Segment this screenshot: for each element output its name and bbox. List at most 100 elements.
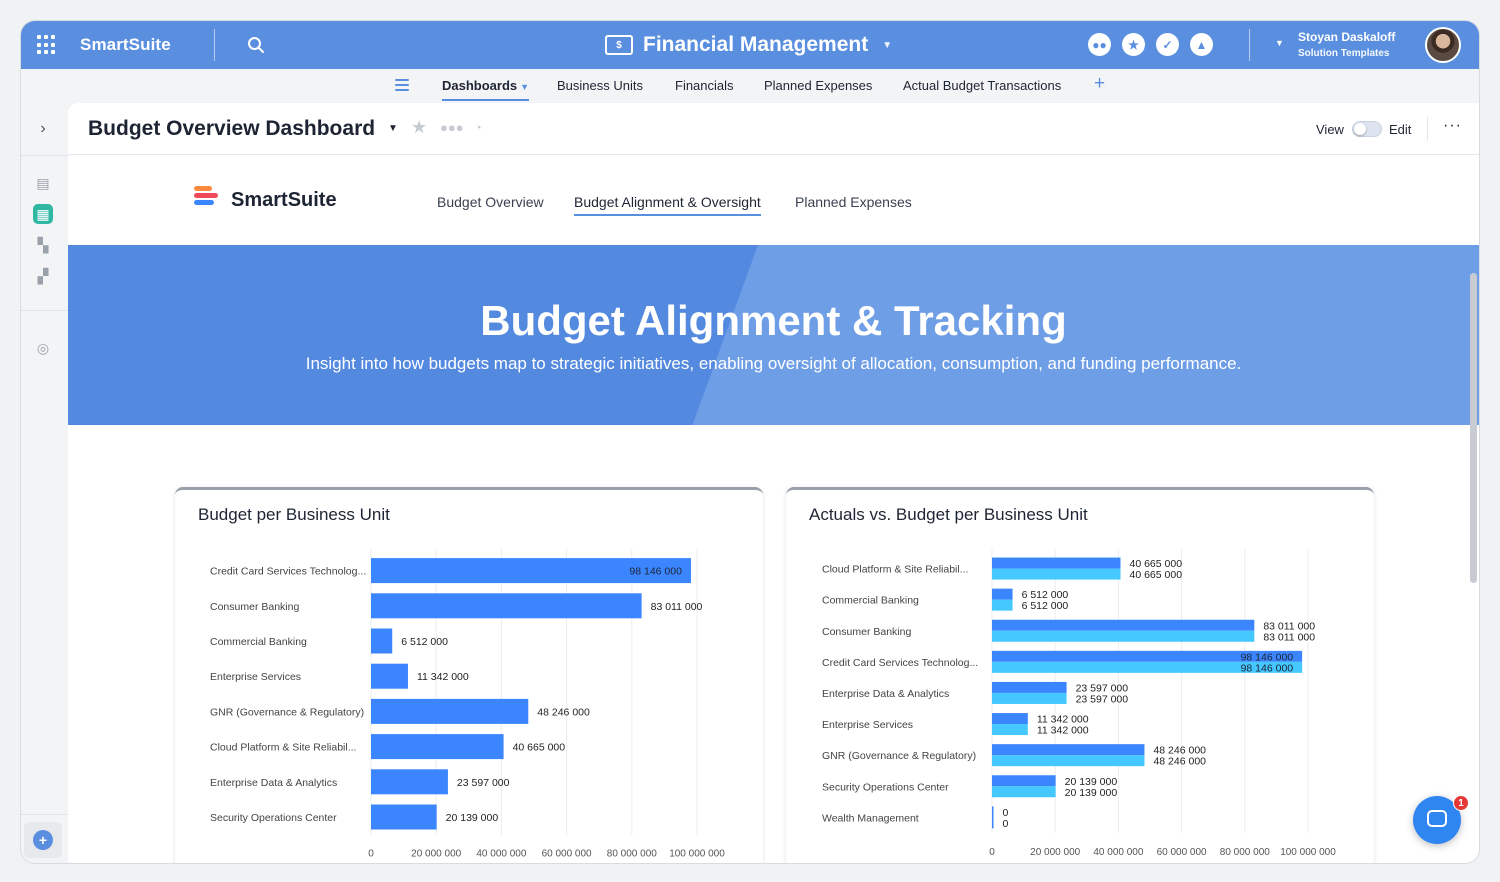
chevron-down-icon: ▼ [882,39,893,51]
add-icon[interactable]: + [33,830,53,850]
bar [992,619,1255,631]
banner-title: Budget Alignment & Tracking [480,297,1067,344]
nav-link-planned-expenses[interactable]: Planned Expenses [795,194,912,210]
top-icon-group: ●● ★ ✓ ▲ [1088,33,1213,56]
layout-icon[interactable]: ▞ [33,266,53,286]
data-label: 40 665 000 [513,742,566,754]
bar [992,588,1013,600]
data-label: 98 146 000 [1241,662,1294,674]
category-label: Security Operations Center [822,781,949,793]
category-label: Consumer Banking [822,626,911,638]
avatar[interactable] [1425,27,1461,63]
tab-financials[interactable]: Financials [675,78,734,93]
category-label: Cloud Platform & Site Reliabil... [210,742,356,754]
chevron-down-icon[interactable]: ▼ [1275,38,1284,48]
expand-sidebar-icon[interactable]: › [33,119,53,139]
app-window: SmartSuite $ Financial Management ▼ ●● ★… [21,21,1479,863]
dashboard-icon[interactable]: ▦ [33,204,53,224]
x-tick-label: 100 000 000 [1280,847,1336,858]
dashboard-navigation: SmartSuite Budget Overview Budget Alignm… [68,155,1479,245]
bar [371,593,642,619]
widgets-icon[interactable]: ▚ [33,235,53,255]
notification-badge: 1 [1453,795,1469,811]
document-icon[interactable]: ▤ [33,173,53,193]
more-options-icon[interactable]: ··· [1443,117,1462,135]
add-tab-button[interactable]: + [1094,73,1105,95]
x-tick-label: 0 [368,849,374,860]
x-tick-label: 80 000 000 [607,849,657,860]
user-name[interactable]: Stoyan Daskaloff [1298,30,1395,44]
bar [992,599,1013,611]
star-icon[interactable]: ★ [1122,33,1145,56]
tab-actual-budget-transactions[interactable]: Actual Budget Transactions [903,78,1061,93]
bar [992,630,1255,642]
x-tick-label: 80 000 000 [1220,847,1270,858]
category-label: GNR (Governance & Regulatory) [822,750,976,762]
chart-card-actuals-vs-budget: Actuals vs. Budget per Business Unit 0 20… [786,487,1374,863]
bar [992,568,1121,580]
team-icon[interactable]: ●● [1088,33,1111,56]
search-icon[interactable] [247,36,265,54]
category-label: Commercial Banking [210,636,307,648]
tab-planned-expenses[interactable]: Planned Expenses [764,78,872,93]
settings-circle-icon[interactable]: ◎ [33,338,53,358]
rss-icon[interactable]: ◔ [474,120,482,135]
x-tick-label: 20 000 000 [1030,847,1080,858]
apps-grid-icon[interactable] [37,35,57,55]
x-tick-label: 40 000 000 [1093,847,1143,858]
data-label: 20 139 000 [1065,787,1118,799]
bar [371,698,529,724]
data-label: 48 246 000 [1153,756,1206,768]
category-label: Credit Card Services Technolog... [822,657,978,669]
bar [992,681,1067,693]
table-tabs: Dashboards ▼ Business Units Financials Pl… [21,69,1479,103]
left-sidebar: › ▤ ▦ ▚ ▞ ◎ + [21,103,67,863]
divider [1427,117,1428,141]
user-workspace[interactable]: Solution Templates [1298,48,1390,59]
financial-app-icon: $ [605,35,633,55]
divider [214,29,215,61]
tab-dashboards[interactable]: Dashboards ▼ [442,78,530,101]
x-tick-label: 100 000 000 [669,849,725,860]
dashboard-main: Budget Overview Dashboard ▼ ★ ●●● ◔ View… [68,103,1479,863]
bar [371,804,437,830]
bar [992,786,1056,798]
edit-mode-label: Edit [1389,122,1412,137]
data-label: 6 512 000 [1022,600,1069,612]
category-label: Consumer Banking [210,601,299,613]
chevron-down-icon[interactable]: ▼ [388,123,398,134]
data-label: 98 146 000 [629,566,682,578]
bar [371,769,448,795]
divider [1249,29,1250,61]
data-label: 11 342 000 [417,671,469,683]
nav-link-budget-overview[interactable]: Budget Overview [437,194,544,210]
logo-text: SmartSuite [231,189,337,211]
view-mode-label: View [1316,122,1344,137]
nav-link-budget-alignment[interactable]: Budget Alignment & Oversight [574,194,761,216]
x-tick-label: 0 [989,847,995,858]
bell-icon[interactable]: ▲ [1190,33,1213,56]
banner-subtitle: Insight into how budgets map to strategi… [305,354,1242,373]
x-tick-label: 20 000 000 [411,849,461,860]
page-title[interactable]: Budget Overview Dashboard [88,117,375,141]
app-switcher[interactable]: $ Financial Management ▼ [605,32,892,58]
tab-business-units[interactable]: Business Units [557,78,643,93]
chat-icon [1427,810,1447,827]
brand-name[interactable]: SmartSuite [80,35,171,55]
vertical-scrollbar[interactable] [1470,273,1477,583]
hamburger-menu-icon[interactable] [395,79,409,91]
bar [992,775,1056,787]
favorite-star-icon[interactable]: ★ [411,117,427,138]
bar [992,557,1121,569]
data-label: 11 342 000 [1037,725,1089,737]
edit-mode-toggle[interactable] [1352,121,1382,137]
top-bar: SmartSuite $ Financial Management ▼ ●● ★… [21,21,1479,69]
share-team-icon[interactable]: ●●● [440,120,464,135]
x-tick-label: 40 000 000 [476,849,526,860]
divider [21,814,67,815]
bar [992,744,1145,756]
category-label: Enterprise Data & Analytics [822,688,949,700]
bar [992,692,1067,704]
data-label: 20 139 000 [446,812,499,824]
check-icon[interactable]: ✓ [1156,33,1179,56]
